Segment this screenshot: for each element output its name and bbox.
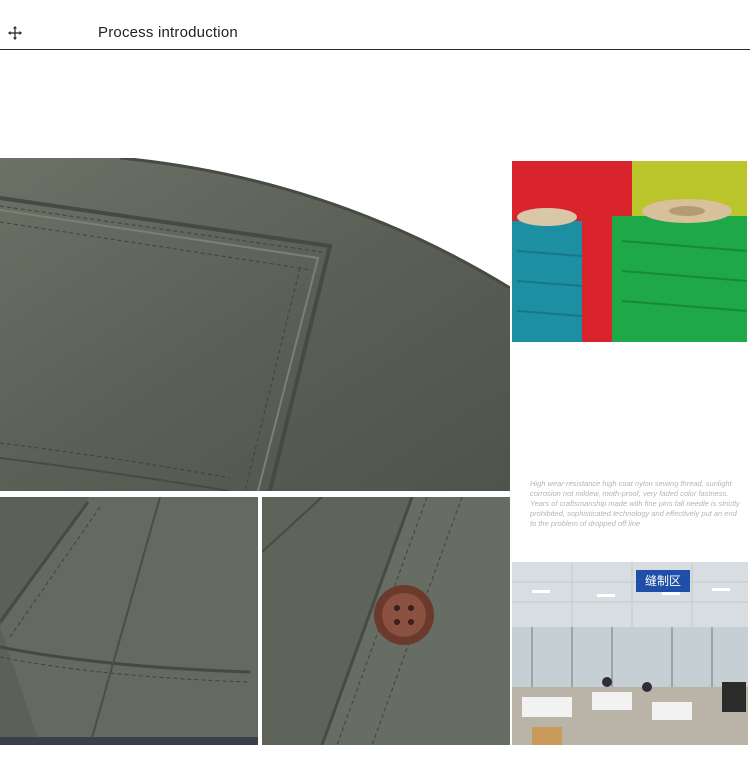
page-title: Process introduction: [98, 24, 238, 41]
section-header: Process introduction: [0, 0, 750, 50]
thread-description: High wear-resistance high coat nylon sew…: [530, 479, 740, 528]
pocket-seam-photo: [0, 497, 258, 745]
move-icon: [8, 26, 22, 40]
shoulder-seam-photo: [0, 158, 510, 491]
sewing-workshop-photo: 缝制区: [512, 562, 748, 745]
button-closeup-photo: [262, 497, 510, 745]
thread-spools-photo: [512, 161, 747, 342]
workshop-sign: 缝制区: [644, 574, 681, 588]
